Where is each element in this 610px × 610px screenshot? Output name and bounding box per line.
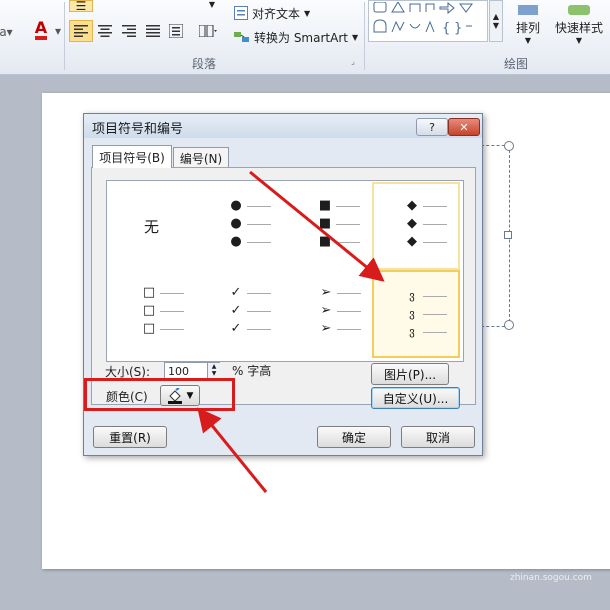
- tab-bullets[interactable]: 项目符号(B): [92, 145, 172, 168]
- arrow-to-color-picker: [197, 407, 268, 493]
- watermark-url: zhinan.sogou.com: [510, 573, 592, 583]
- watermark-logo: 快懂指南: [528, 556, 581, 571]
- annotation-arrows: [197, 170, 385, 493]
- arrow-to-custom-bullet: [249, 170, 385, 282]
